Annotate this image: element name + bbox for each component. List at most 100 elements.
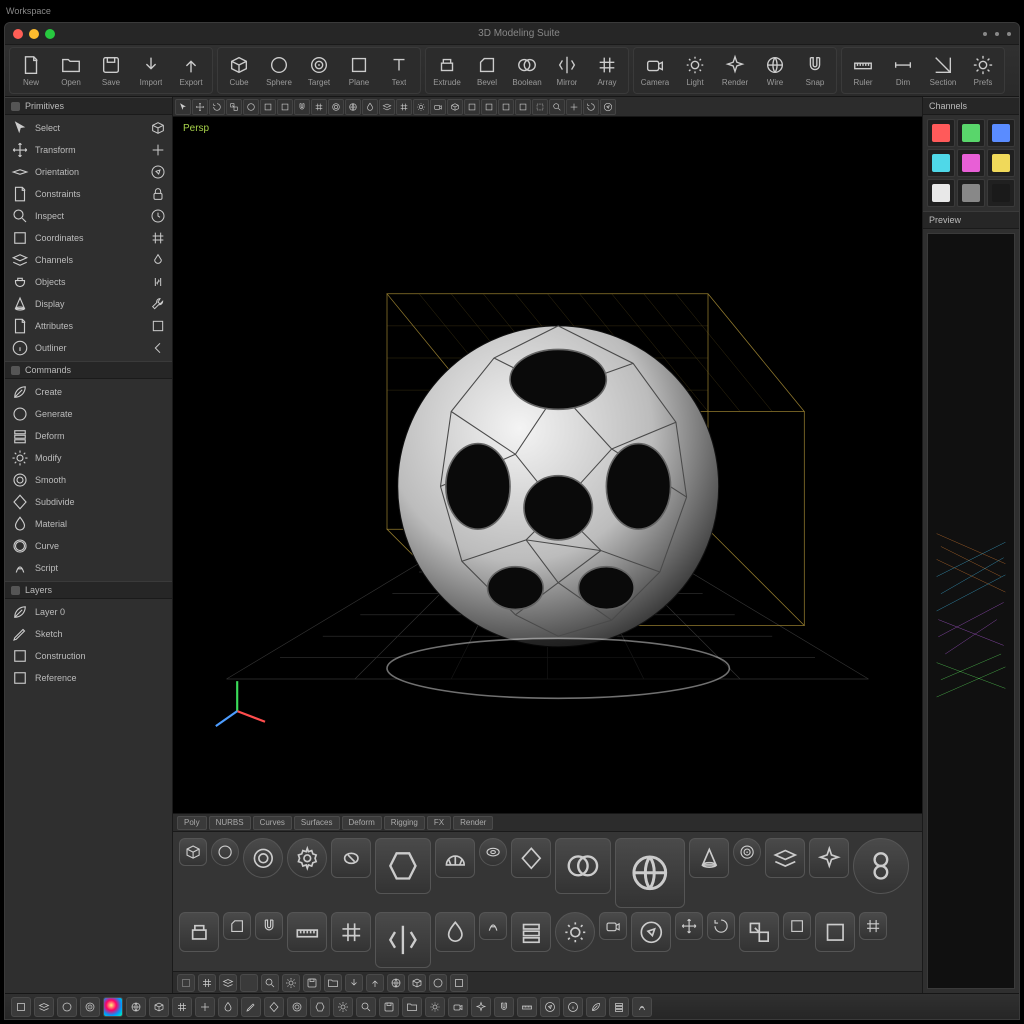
3d-viewport[interactable]: Persp (173, 117, 922, 813)
status-wire-button[interactable] (126, 997, 146, 1017)
viewport-scale-button[interactable] (226, 99, 242, 115)
shelf-tab-poly[interactable]: Poly (177, 816, 207, 830)
sidebar-item-constraints[interactable]: Constraints (5, 183, 172, 205)
status-layers-button[interactable] (34, 997, 54, 1017)
status-grid-button[interactable] (172, 997, 192, 1017)
shelf-tab-nurbs[interactable]: NURBS (209, 816, 251, 830)
asset-ring[interactable] (243, 838, 283, 878)
shelf-footer-arrowup-button[interactable] (366, 974, 384, 992)
asset-layers[interactable] (765, 838, 805, 878)
asset-compass[interactable] (631, 912, 671, 952)
asset-sun[interactable] (555, 912, 595, 952)
asset-circle[interactable] (211, 838, 239, 866)
viewport-top-button[interactable] (515, 99, 531, 115)
viewport-grid-button[interactable] (311, 99, 327, 115)
asset-rotate[interactable] (707, 912, 735, 940)
mini-preview[interactable] (927, 233, 1015, 989)
save-button[interactable]: Save (92, 49, 130, 93)
shelf-footer-circle-button[interactable] (429, 974, 447, 992)
sidebar-item-smooth[interactable]: Smooth (5, 469, 172, 491)
shelf-tab-render[interactable]: Render (453, 816, 493, 830)
status-stack-button[interactable] (609, 997, 629, 1017)
shelf-tab-fx[interactable]: FX (427, 816, 451, 830)
swatch-black[interactable] (987, 179, 1015, 207)
asset-target[interactable] (733, 838, 761, 866)
sidebar-item-attributes[interactable]: Attributes (5, 315, 172, 337)
extrude-button[interactable]: Extrude (428, 49, 466, 93)
viewport-mat-button[interactable] (379, 99, 395, 115)
asset-wire[interactable] (615, 838, 685, 908)
array-button[interactable]: Array (588, 49, 626, 93)
sect-button[interactable]: Section (924, 49, 962, 93)
viewport-fit-button[interactable] (532, 99, 548, 115)
sidebar-item-sketch[interactable]: Sketch (5, 623, 172, 645)
asset-knot[interactable] (331, 838, 371, 878)
shelf-footer-gear-button[interactable] (282, 974, 300, 992)
status-gear-button[interactable] (333, 997, 353, 1017)
shelf-tab-curves[interactable]: Curves (253, 816, 292, 830)
cube-button[interactable]: Cube (220, 49, 258, 93)
mirror-button[interactable]: Mirror (548, 49, 586, 93)
viewport-face-button[interactable] (277, 99, 293, 115)
viewport-ortho-button[interactable] (464, 99, 480, 115)
viewport-cam-button[interactable] (430, 99, 446, 115)
swatch-cyan[interactable] (927, 149, 955, 177)
asset-camera[interactable] (599, 912, 627, 940)
viewport-xray-button[interactable] (328, 99, 344, 115)
sidebar-item-layer-0[interactable]: Layer 0 (5, 601, 172, 623)
sidebar-item-objects[interactable]: Objects (5, 271, 172, 293)
sidebar-item-construction[interactable]: Construction (5, 645, 172, 667)
swatch-red[interactable] (927, 119, 955, 147)
panel-header-preview[interactable]: Preview (923, 211, 1019, 229)
shelf-footer-search-button[interactable] (261, 974, 279, 992)
viewport-axis-button[interactable] (600, 99, 616, 115)
shelf-footer-folder-button[interactable] (324, 974, 342, 992)
asset-hex[interactable] (375, 838, 431, 894)
shelf-footer-cube-button[interactable] (408, 974, 426, 992)
shelf-tab-rigging[interactable]: Rigging (384, 816, 425, 830)
snap-button[interactable]: Snap (796, 49, 834, 93)
status-target-button[interactable] (80, 997, 100, 1017)
shelf-footer-wire-button[interactable] (387, 974, 405, 992)
shelf-footer-snap-button[interactable] (240, 974, 258, 992)
swatch-green[interactable] (957, 119, 985, 147)
status-glyph-button[interactable] (632, 997, 652, 1017)
asset-drop[interactable] (435, 912, 475, 952)
swatch-white[interactable] (927, 179, 955, 207)
panel-header-commands[interactable]: Commands (5, 361, 172, 379)
status-camera-button[interactable] (448, 997, 468, 1017)
cam-button[interactable]: Camera (636, 49, 674, 93)
text-button[interactable]: Text (380, 49, 418, 93)
asset-diamond[interactable] (511, 838, 551, 878)
asset-magnet[interactable] (255, 912, 283, 940)
status-drop-button[interactable] (218, 997, 238, 1017)
zoom-icon[interactable] (45, 29, 55, 39)
sidebar-item-script[interactable]: Script (5, 557, 172, 579)
status-spark-button[interactable] (471, 997, 491, 1017)
pref-button[interactable]: Prefs (964, 49, 1002, 93)
viewport-side-button[interactable] (498, 99, 514, 115)
status-ring-button[interactable] (287, 997, 307, 1017)
render-button[interactable]: Render (716, 49, 754, 93)
dim-button[interactable]: Dim (884, 49, 922, 93)
asset-eight[interactable] (853, 838, 909, 894)
viewport-snap-button[interactable] (294, 99, 310, 115)
sidebar-item-transform[interactable]: Transform (5, 139, 172, 161)
sidebar-item-channels[interactable]: Channels (5, 249, 172, 271)
asset-move[interactable] (675, 912, 703, 940)
swatch-magenta[interactable] (957, 149, 985, 177)
shelf-tab-deform[interactable]: Deform (342, 816, 382, 830)
asset-extrude[interactable] (179, 912, 219, 952)
viewport-select-button[interactable] (175, 99, 191, 115)
status-hex-button[interactable] (310, 997, 330, 1017)
shelf-footer-square-button[interactable] (450, 974, 468, 992)
sidebar-item-curve[interactable]: Curve (5, 535, 172, 557)
viewport-iso-button[interactable] (447, 99, 463, 115)
sidebar-item-material[interactable]: Material (5, 513, 172, 535)
status-box-button[interactable] (11, 997, 31, 1017)
status-disk-button[interactable] (379, 997, 399, 1017)
new-button[interactable]: New (12, 49, 50, 93)
shelf-footer-grid-button[interactable] (198, 974, 216, 992)
asset-grid[interactable] (331, 912, 371, 952)
asset-mirror[interactable] (375, 912, 431, 968)
